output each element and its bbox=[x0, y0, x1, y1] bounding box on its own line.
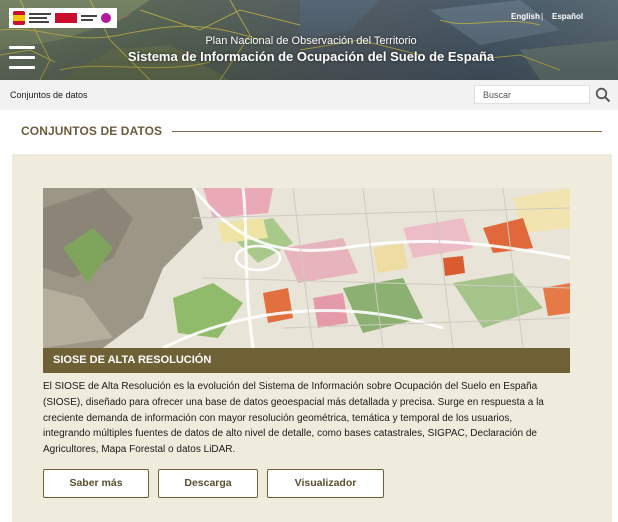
description-line: (SIOSE), diseñado para ofrecer una base … bbox=[43, 396, 544, 408]
site-title[interactable]: Sistema de Información de Ocupación del … bbox=[2, 49, 618, 64]
site-titles: Plan Nacional de Observación del Territo… bbox=[0, 35, 618, 64]
lang-spanish-link[interactable]: Español bbox=[552, 12, 583, 21]
dataset-caption: SIOSE DE ALTA RESOLUCIÓN bbox=[43, 348, 570, 373]
description-line: El SIOSE de Alta Resolución es la evoluc… bbox=[43, 381, 538, 392]
description-line: Agricultores, Mapa Forestal o datos LiDA… bbox=[43, 444, 236, 456]
site-subtitle: Plan Nacional de Observación del Territo… bbox=[205, 35, 417, 47]
dataset-map-image[interactable] bbox=[43, 188, 570, 348]
section-title: CONJUNTOS DE DATOS bbox=[21, 124, 163, 138]
description-line: creciente demanda de información con may… bbox=[43, 412, 513, 424]
dataset-description: El SIOSE de Alta Resolución es la evoluc… bbox=[43, 379, 573, 458]
government-logo[interactable] bbox=[9, 8, 117, 28]
agency-mark-icon bbox=[101, 13, 111, 23]
description-line: integrando múltiples fuentes de datos de… bbox=[43, 428, 537, 440]
land-use-map-graphic bbox=[43, 188, 570, 348]
visualizador-button[interactable]: Visualizador bbox=[267, 469, 384, 498]
search-input[interactable] bbox=[474, 85, 590, 104]
saber-mas-button[interactable]: Saber más bbox=[43, 469, 149, 498]
descarga-button[interactable]: Descarga bbox=[158, 469, 258, 498]
gobierno-mark bbox=[55, 13, 77, 23]
coat-of-arms-icon bbox=[13, 11, 25, 25]
ministry-text-graphic bbox=[29, 13, 51, 23]
search-icon[interactable] bbox=[595, 87, 611, 103]
section-divider bbox=[172, 131, 602, 132]
lang-english-link[interactable]: English bbox=[511, 12, 540, 21]
agency-text-graphic bbox=[81, 15, 97, 21]
breadcrumb: Conjuntos de datos bbox=[10, 90, 88, 100]
header-banner: English | Español Plan Nacional de Obser… bbox=[0, 0, 618, 80]
lang-separator: | bbox=[541, 12, 544, 21]
